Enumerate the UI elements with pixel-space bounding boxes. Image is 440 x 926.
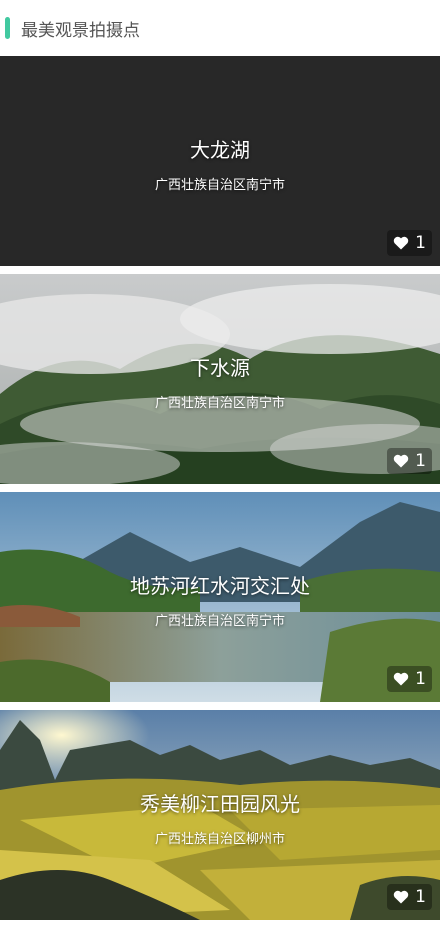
like-count: 1	[415, 887, 426, 907]
spot-name: 下水源	[190, 356, 250, 380]
spot-name: 地苏河红水河交汇处	[130, 574, 310, 598]
heart-icon	[393, 236, 409, 250]
spot-card[interactable]: 秀美柳江田园风光 广西壮族自治区柳州市 1	[0, 710, 440, 920]
heart-icon	[393, 672, 409, 686]
like-button[interactable]: 1	[387, 448, 432, 474]
spot-location: 广西壮族自治区南宁市	[154, 396, 285, 411]
like-count: 1	[415, 233, 426, 253]
spot-card[interactable]: 大龙湖 广西壮族自治区南宁市 1	[0, 56, 440, 266]
like-count: 1	[415, 451, 426, 471]
section-header: 最美观景拍摄点	[0, 0, 440, 56]
section-title: 最美观景拍摄点	[21, 20, 140, 41]
spot-name: 秀美柳江田园风光	[140, 792, 300, 816]
like-button[interactable]: 1	[387, 230, 432, 256]
heart-icon	[393, 890, 409, 904]
spot-location: 广西壮族自治区南宁市	[154, 614, 285, 629]
spot-name: 大龙湖	[190, 138, 250, 162]
spot-card[interactable]: 地苏河红水河交汇处 广西壮族自治区南宁市 1	[0, 492, 440, 702]
heart-icon	[393, 454, 409, 468]
like-count: 1	[415, 669, 426, 689]
spot-location: 广西壮族自治区南宁市	[154, 178, 285, 193]
spot-location: 广西壮族自治区柳州市	[154, 832, 285, 847]
spot-card[interactable]: 下水源 广西壮族自治区南宁市 1	[0, 274, 440, 484]
like-button[interactable]: 1	[387, 666, 432, 692]
section-accent-bar	[5, 17, 10, 39]
like-button[interactable]: 1	[387, 884, 432, 910]
